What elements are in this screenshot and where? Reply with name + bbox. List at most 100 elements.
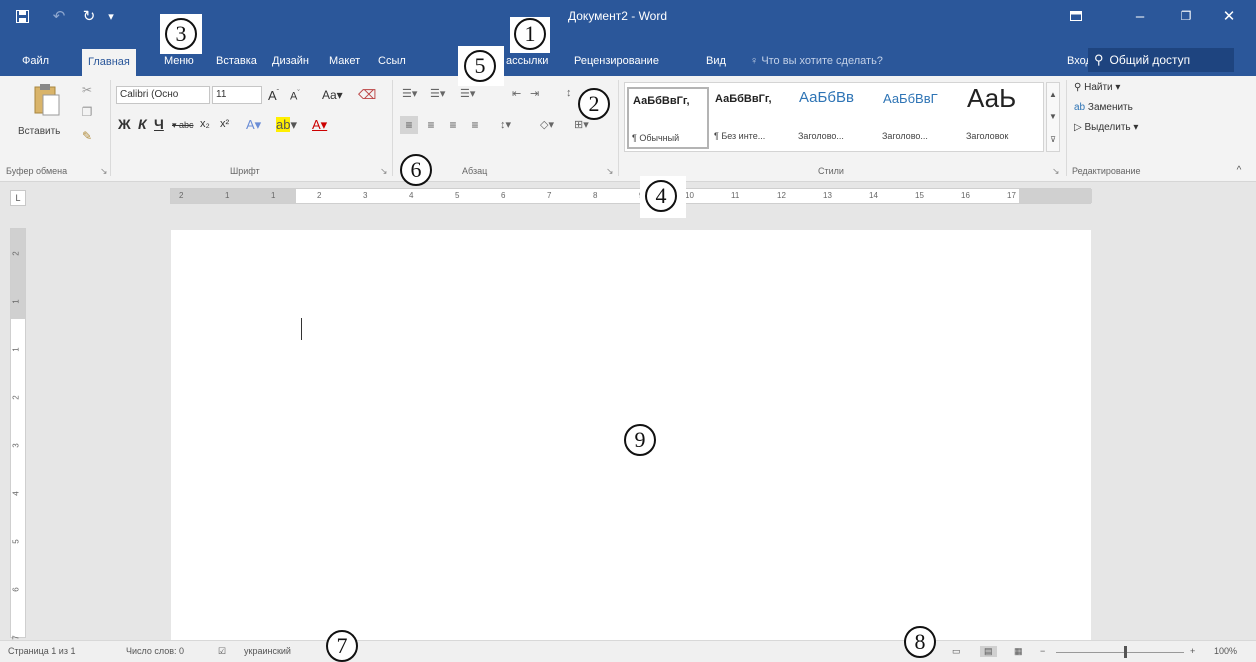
tab-selector-icon[interactable]: L [10,190,26,206]
tab-layout[interactable]: Макет [329,52,360,70]
tab-file[interactable]: Файл [22,52,49,70]
font-size-select[interactable]: 11 [212,86,262,104]
paragraph-launcher-icon[interactable]: ↘ [606,166,614,177]
redo-icon[interactable]: ↻ [78,6,100,26]
styles-launcher-icon[interactable]: ↘ [1052,166,1060,177]
style-no-spacing[interactable]: АаБбВвГг, ¶ Без инте... [711,87,793,149]
restore-icon[interactable]: ❐ [1173,4,1199,28]
shading-icon[interactable]: ◇▾ [540,118,554,131]
ruler-area: L 211234567891011121314151617 [0,182,1256,230]
zoom-level[interactable]: 100% [1214,646,1237,656]
replace-icon: ab [1074,102,1086,113]
text-effects-icon[interactable]: A▾ [246,117,261,133]
tab-references[interactable]: Ссыл [378,52,406,70]
vruler-number: 1 [11,299,21,304]
paste-label[interactable]: Вставить [18,126,60,137]
horizontal-ruler[interactable]: 211234567891011121314151617 [170,188,1092,204]
zoom-out-icon[interactable]: − [1040,646,1045,656]
vertical-ruler[interactable]: 211234567 [10,228,26,640]
read-mode-icon[interactable]: ▭ [952,646,961,657]
share-button[interactable]: ⚲ Общий доступ [1088,48,1234,72]
customize-icon[interactable]: ▾ [104,6,118,26]
change-case-icon[interactable]: Aa▾ [322,88,343,102]
increase-indent-icon[interactable]: ⇥ [530,87,539,100]
cut-icon[interactable]: ✂ [78,82,96,98]
numbering-icon[interactable]: ☰▾ [430,87,445,100]
tell-me-search[interactable]: ♀ Что вы хотите сделать? [750,52,883,70]
styles-label: Стили [818,166,844,176]
align-left-icon[interactable]: ≡ [400,116,418,134]
select-button[interactable]: ▷ Выделить ▾ [1074,122,1138,133]
styles-scroll[interactable]: ▲ ▼ ⊽ [1046,82,1060,152]
clear-format-icon[interactable]: ⌫ [358,87,376,103]
save-icon[interactable] [12,6,32,26]
strikethrough-icon[interactable]: ▾ abc [172,120,194,131]
highlight-icon[interactable]: ab▾ [276,117,297,133]
tab-review[interactable]: Рецензирование [574,52,659,70]
sort-icon[interactable]: ↕ [566,87,572,99]
multilevel-list-icon[interactable]: ☰▾ [460,87,475,100]
ruler-number: 1 [271,191,276,200]
tab-menu[interactable]: Меню [164,52,194,70]
collapse-ribbon-icon[interactable]: ^ [1232,164,1246,176]
ruler-number: 8 [593,191,598,200]
style-title[interactable]: АаЬ Заголовок [963,87,1045,149]
paste-icon[interactable] [30,82,64,118]
grow-font-icon[interactable]: Aˆ [268,88,279,103]
web-layout-icon[interactable]: ▦ [1014,646,1023,657]
page-count[interactable]: Страница 1 из 1 [8,646,75,656]
undo-icon[interactable]: ↶ [48,6,70,26]
ribbon-display-icon[interactable] [1063,4,1089,28]
ruler-number: 10 [685,191,694,200]
zoom-in-icon[interactable]: + [1190,646,1195,656]
font-color-icon[interactable]: A▾ [312,117,327,133]
document-title: Документ2 - Word [568,9,668,23]
close-icon[interactable]: ✕ [1216,4,1242,28]
ruler-number: 2 [179,191,184,200]
print-layout-icon[interactable]: ▤ [980,646,997,657]
tab-view[interactable]: Вид [706,52,726,70]
find-button[interactable]: ⚲ Найти ▾ [1074,82,1120,93]
format-painter-icon[interactable]: ✎ [78,128,96,144]
superscript-icon[interactable]: x² [220,118,229,130]
group-divider [1066,80,1067,176]
replace-button[interactable]: ab Заменить [1074,102,1133,113]
ruler-number: 4 [409,191,414,200]
decrease-indent-icon[interactable]: ⇤ [512,87,521,100]
clipboard-launcher-icon[interactable]: ↘ [100,166,108,177]
underline-icon[interactable]: Ч [154,116,164,132]
ruler-number: 2 [317,191,322,200]
tab-mailings[interactable]: ассылки [506,52,548,70]
shrink-font-icon[interactable]: Aˇ [290,90,300,103]
align-center-icon[interactable]: ≡ [422,116,440,134]
borders-icon[interactable]: ⊞▾ [574,118,589,131]
word-count[interactable]: Число слов: 0 [126,646,184,656]
style-heading2[interactable]: АаБбВвГ Заголово... [879,87,961,149]
lightbulb-icon: ♀ [750,55,762,67]
language-status[interactable]: украинский [244,646,291,656]
proofing-icon[interactable]: ☑ [218,646,226,657]
subscript-icon[interactable]: x₂ [200,118,210,130]
zoom-thumb[interactable] [1124,646,1127,658]
clipboard-label: Буфер обмена [6,166,68,176]
ruler-number: 7 [547,191,552,200]
word-window: ↶ ↻ ▾ Документ2 - Word – ❐ ✕ Файл Главна… [0,0,1256,662]
line-spacing-icon[interactable]: ↕▾ [500,118,511,131]
style-heading1[interactable]: АаБбВв Заголово... [795,87,877,149]
zoom-slider[interactable] [1056,652,1184,653]
align-right-icon[interactable]: ≡ [444,116,462,134]
copy-icon[interactable]: ❐ [78,104,96,120]
vruler-number: 6 [11,587,21,592]
justify-icon[interactable]: ≡ [466,116,484,134]
group-divider [392,80,393,176]
font-name-select[interactable]: Calibri (Осно [116,86,210,104]
tab-insert[interactable]: Вставка [216,52,257,70]
font-launcher-icon[interactable]: ↘ [380,166,388,177]
tab-home[interactable]: Главная [82,49,136,76]
tab-design[interactable]: Дизайн [272,52,309,70]
style-normal[interactable]: АаБбВвГг, ¶ Обычный [627,87,709,149]
bullets-icon[interactable]: ☰▾ [402,87,417,100]
minimize-icon[interactable]: – [1127,4,1153,28]
bold-icon[interactable]: Ж [118,116,131,132]
italic-icon[interactable]: К [138,116,147,132]
